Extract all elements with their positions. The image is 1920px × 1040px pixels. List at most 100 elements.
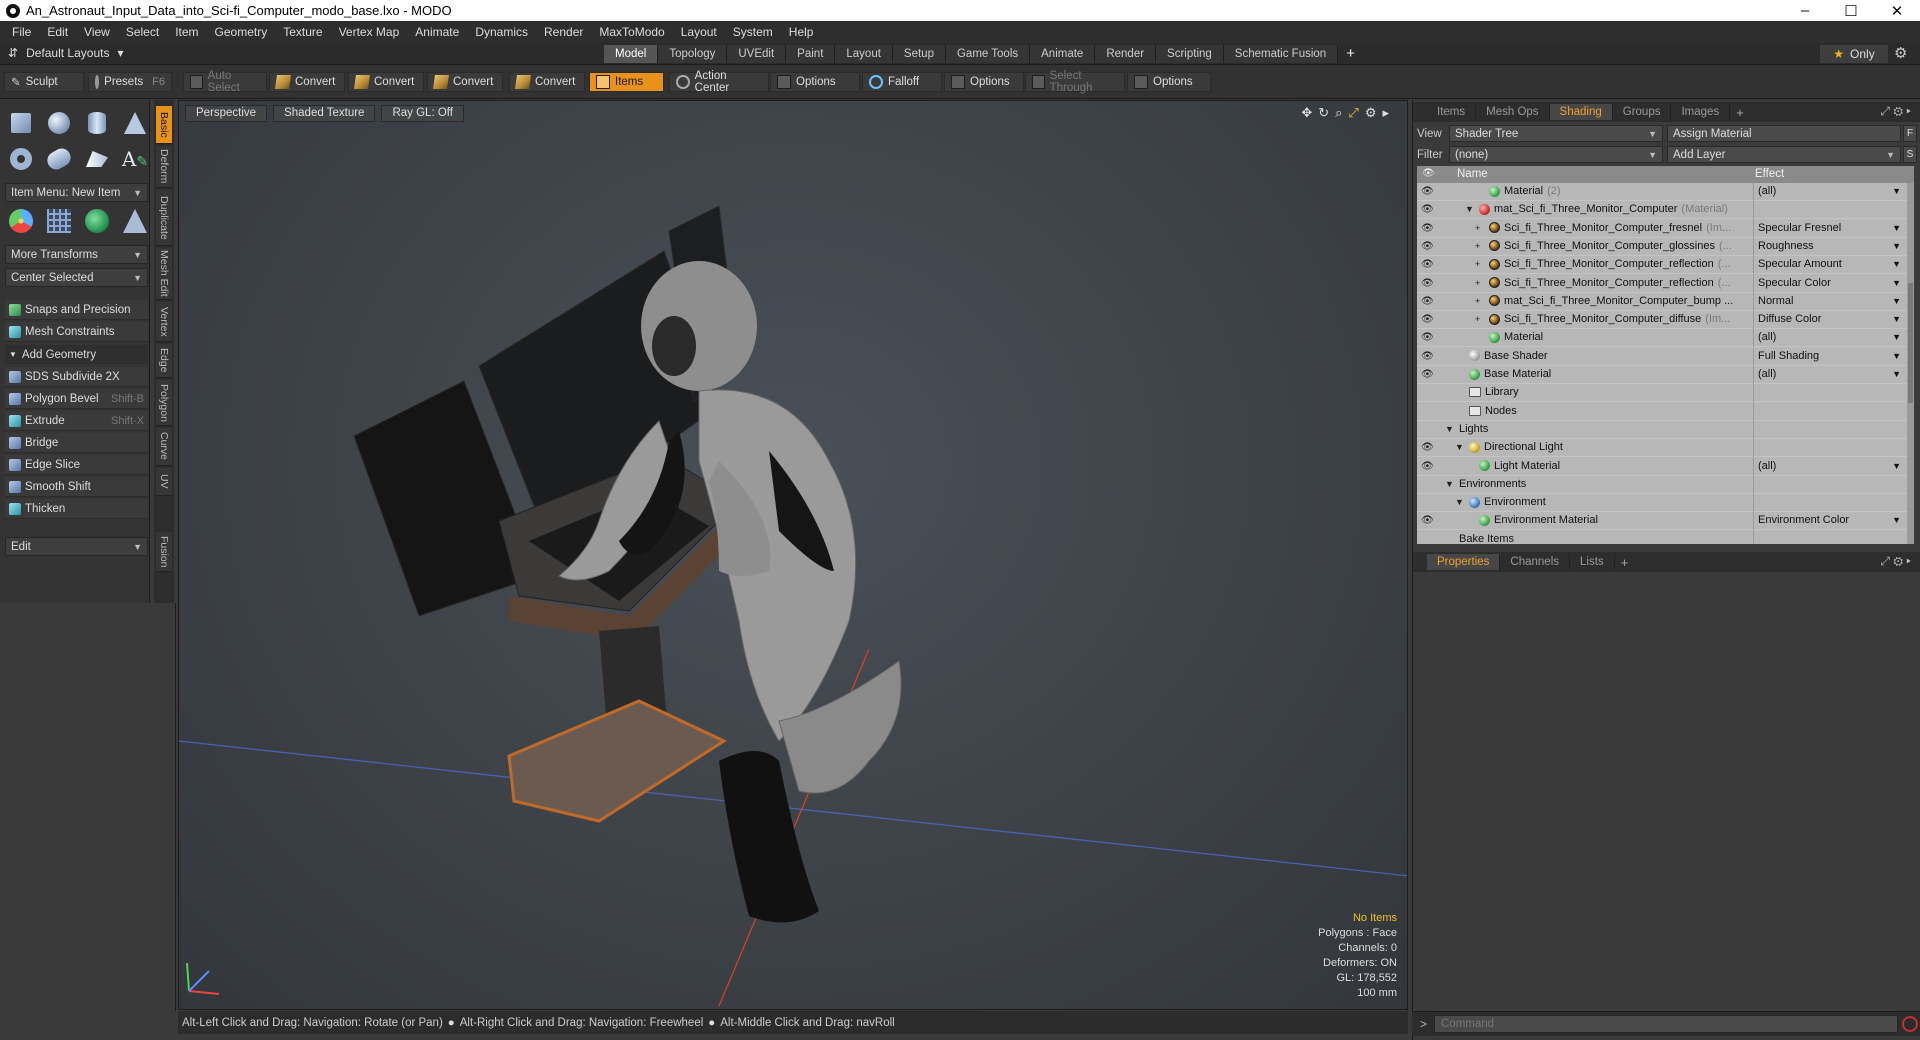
select-through-button[interactable]: Select Through <box>1025 70 1125 94</box>
menu-edit[interactable]: Edit <box>39 25 76 39</box>
pan-icon[interactable]: ✥ <box>1301 105 1312 121</box>
menu-select[interactable]: Select <box>118 25 167 39</box>
add-tab-icon[interactable]: + <box>1736 105 1744 120</box>
add-geometry-section[interactable]: ▼ Add Geometry <box>5 345 148 364</box>
tab-channels[interactable]: Channels <box>1500 554 1571 570</box>
tab-items[interactable]: Items <box>1427 104 1477 120</box>
tree-row-effect[interactable]: Specular Amount ▼ <box>1753 256 1905 275</box>
cylinder-primitive-icon[interactable] <box>81 108 113 138</box>
filter-dropdown[interactable]: (none) ▼ <box>1449 146 1663 163</box>
thicken-button[interactable]: Thicken <box>5 499 148 519</box>
smooth-shift-button[interactable]: Smooth Shift <box>5 477 148 497</box>
tree-row[interactable]: ▼ Lights <box>1417 420 1914 439</box>
expand-arrow-icon[interactable]: ▼ <box>1455 497 1465 507</box>
text-primitive-icon[interactable]: A✎ <box>119 144 151 174</box>
vtab-polygon[interactable]: Polygon <box>156 380 172 426</box>
tree-row-effect[interactable]: Normal ▼ <box>1753 292 1905 311</box>
extrude-button[interactable]: Extrude Shift-X <box>5 411 148 431</box>
tree-row[interactable]: 👁 Light Material (all) ▼ <box>1417 457 1914 476</box>
tree-row[interactable]: 👁 + Sci_fi_Three_Monitor_Computer_reflecti… <box>1417 274 1914 293</box>
tree-row[interactable]: Library <box>1417 384 1914 403</box>
gear-icon[interactable]: ⚙ <box>1894 44 1907 62</box>
menu-system[interactable]: System <box>725 25 781 39</box>
tab-schematic-fusion[interactable]: Schematic Fusion <box>1223 45 1339 63</box>
menu-render[interactable]: Render <box>536 25 591 39</box>
expand-plus-icon[interactable]: + <box>1475 314 1485 324</box>
items-mode-button[interactable]: Items <box>589 72 664 92</box>
panel-options-icon[interactable]: ⤢ ⚙ ▸ <box>1880 104 1911 119</box>
add-tab-icon[interactable]: + <box>1346 45 1355 63</box>
tree-row-effect[interactable]: (all) ▼ <box>1753 183 1905 201</box>
menu-texture[interactable]: Texture <box>275 25 330 39</box>
tree-row[interactable]: ▼ Environments <box>1417 475 1914 494</box>
expand-plus-icon[interactable]: + <box>1475 223 1485 233</box>
tree-row[interactable]: 👁 ▼ Directional Light <box>1417 439 1914 458</box>
expand-plus-icon[interactable]: + <box>1475 278 1485 288</box>
tab-images[interactable]: Images <box>1671 104 1731 120</box>
visibility-eye-icon[interactable] <box>1421 424 1433 435</box>
tree-row-effect[interactable] <box>1753 475 1905 494</box>
more-transforms-dropdown[interactable]: More Transforms ▼ <box>5 245 148 264</box>
vtab-vertex[interactable]: Vertex <box>156 302 172 342</box>
cube-primitive-icon[interactable] <box>5 108 37 138</box>
tree-row-effect[interactable]: Full Shading ▼ <box>1753 347 1905 366</box>
tree-row-effect[interactable]: Specular Color ▼ <box>1753 274 1905 293</box>
tree-row[interactable]: 👁 + Sci_fi_Three_Monitor_Computer_diffuse(… <box>1417 311 1914 330</box>
assign-material-button[interactable]: Assign Material <box>1667 125 1901 142</box>
tab-groups[interactable]: Groups <box>1613 104 1672 120</box>
shader-tree-scrollbar[interactable] <box>1907 183 1914 544</box>
expand-arrow-icon[interactable]: ▼ <box>1465 204 1475 214</box>
only-button[interactable]: ★ Only <box>1820 45 1888 63</box>
tab-uvedit[interactable]: UVEdit <box>727 45 787 63</box>
visibility-eye-icon[interactable]: 👁 <box>1421 186 1434 197</box>
cone-primitive-icon[interactable] <box>119 108 151 138</box>
add-layer-dropdown[interactable]: Add Layer ▼ <box>1667 146 1901 163</box>
element-move-globe-icon[interactable] <box>81 206 113 236</box>
visibility-eye-icon[interactable] <box>1421 534 1433 544</box>
tree-row-effect[interactable] <box>1753 439 1905 458</box>
menu-layout[interactable]: Layout <box>673 25 725 39</box>
tab-scripting[interactable]: Scripting <box>1156 45 1224 63</box>
rotate-icon[interactable]: ↻ <box>1318 105 1329 121</box>
edge-slice-button[interactable]: Edge Slice <box>5 455 148 475</box>
vtab-edge[interactable]: Edge <box>156 344 172 378</box>
menu-dynamics[interactable]: Dynamics <box>467 25 536 39</box>
visibility-eye-icon[interactable]: 👁 <box>1421 278 1434 289</box>
tree-row-effect[interactable] <box>1753 402 1905 421</box>
sculpt-button[interactable]: ✎ Sculpt <box>4 72 84 92</box>
falloff-button[interactable]: Falloff <box>862 72 942 92</box>
tab-mesh-ops[interactable]: Mesh Ops <box>1476 104 1550 120</box>
scrollbar-thumb[interactable] <box>1908 283 1913 403</box>
tree-row[interactable]: 👁 + mat_Sci_fi_Three_Monitor_Computer_bump… <box>1417 292 1914 311</box>
snaps-precision-button[interactable]: Snaps and Precision <box>5 300 148 320</box>
visibility-eye-icon[interactable] <box>1421 479 1433 490</box>
bridge-button[interactable]: Bridge <box>5 433 148 453</box>
presets-button[interactable]: Presets F6 <box>88 72 172 92</box>
tree-row-effect[interactable]: Diffuse Color ▼ <box>1753 311 1905 330</box>
close-button[interactable]: ✕ <box>1874 0 1920 21</box>
action-center-options-button[interactable]: Options <box>770 72 860 92</box>
minimize-button[interactable]: – <box>1782 0 1828 21</box>
center-selected-dropdown[interactable]: Center Selected ▼ <box>5 268 148 287</box>
tree-row[interactable]: 👁 Material (2) (all) ▼ <box>1417 183 1914 201</box>
vtab-uv[interactable]: UV <box>156 468 172 496</box>
menu-geometry[interactable]: Geometry <box>207 25 276 39</box>
tree-row-effect[interactable] <box>1753 201 1905 220</box>
select-through-options-button[interactable]: Options <box>1127 72 1211 92</box>
visibility-eye-icon[interactable]: 👁 <box>1421 259 1434 270</box>
tree-row[interactable]: 👁 Material (all) ▼ <box>1417 329 1914 348</box>
layout-selector[interactable]: ⇵ Default Layouts ▾ <box>8 46 123 60</box>
visibility-eye-icon[interactable]: 👁 <box>1421 314 1434 325</box>
tab-lists[interactable]: Lists <box>1570 554 1615 570</box>
tree-row[interactable]: ▼ Environment <box>1417 494 1914 513</box>
viewport-gear-icon[interactable]: ⚙ <box>1365 105 1377 121</box>
vtab-curve[interactable]: Curve <box>156 428 172 466</box>
menu-help[interactable]: Help <box>781 25 822 39</box>
edit-dropdown[interactable]: Edit ▼ <box>5 537 148 556</box>
visibility-eye-icon[interactable]: 👁 <box>1421 296 1434 307</box>
visibility-eye-icon[interactable]: 👁 <box>1421 442 1434 453</box>
menu-vertex-map[interactable]: Vertex Map <box>331 25 408 39</box>
tree-row[interactable]: 👁 ▼ mat_Sci_fi_Three_Monitor_Computer (Mate… <box>1417 201 1914 220</box>
viewport-menu-arrow-icon[interactable]: ▸ <box>1382 105 1389 121</box>
convert-materials-button[interactable]: Convert <box>509 72 585 92</box>
